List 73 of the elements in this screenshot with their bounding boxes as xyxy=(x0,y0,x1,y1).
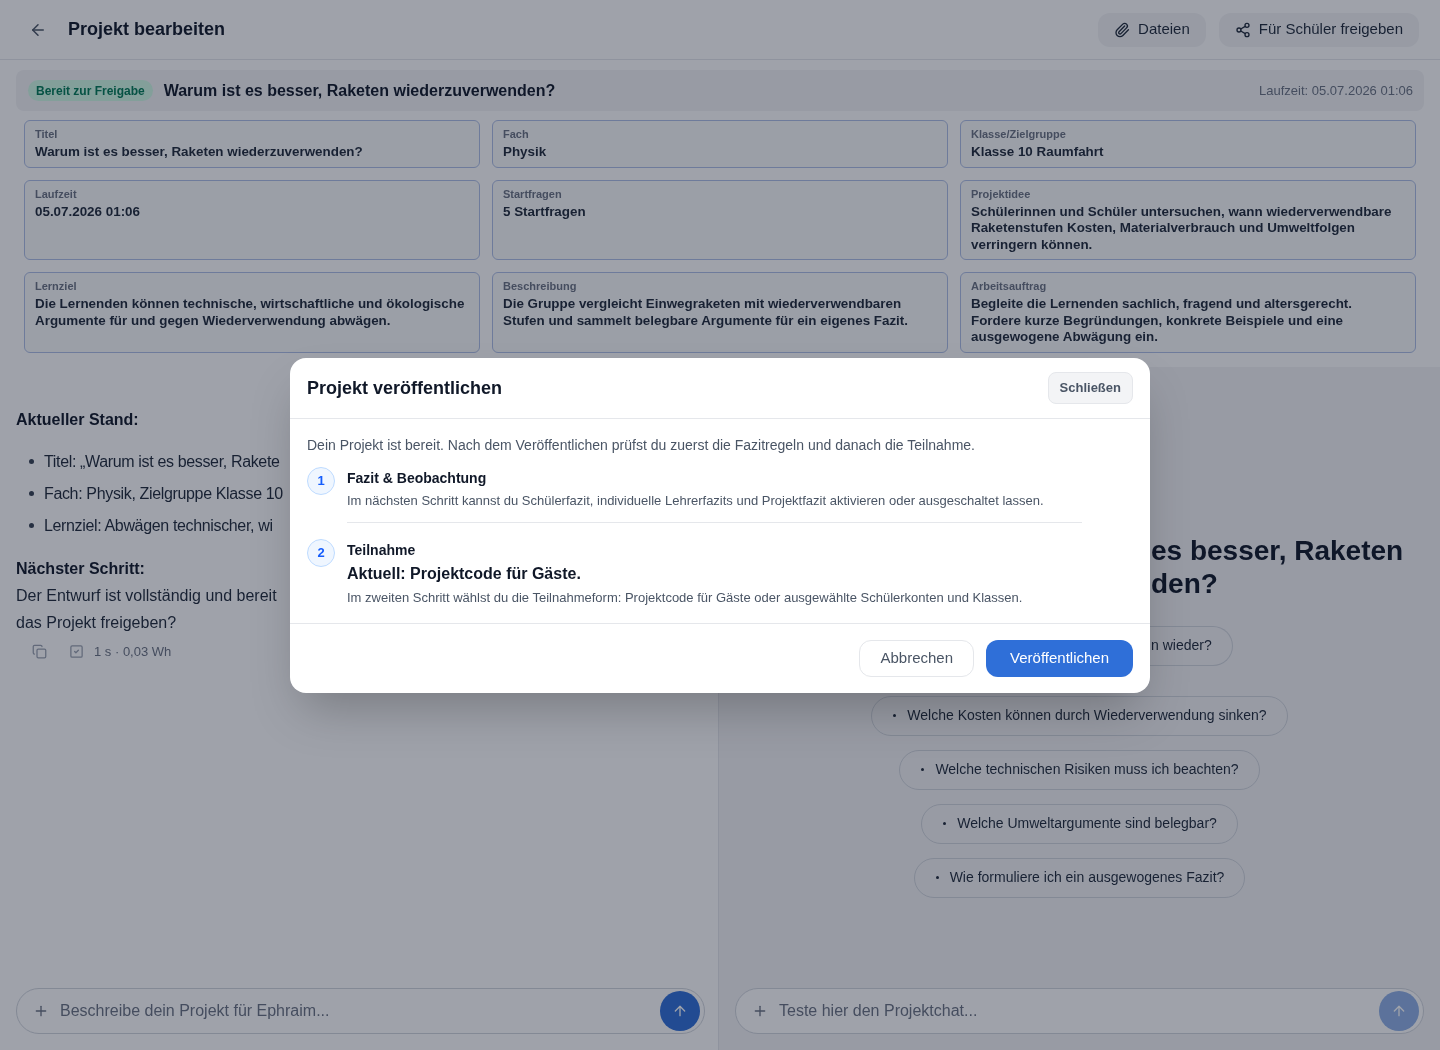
bullet-text: Titel: „Warum ist es besser, Rakete xyxy=(44,451,280,472)
info-card[interactable]: Arbeitsauftrag Begleite die Lernenden sachlich, fragend und altersgerecht. Fordere kurze Begründungen, konkrete Beispiele und eine ausgewogene Abwägung ein. xyxy=(960,272,1416,353)
field-label: Fach xyxy=(503,127,530,142)
project-title: Warum ist es besser, Raketen wiederzuverwenden? xyxy=(163,80,556,101)
paperclip-icon xyxy=(1114,21,1131,38)
field-value: Die Lernenden können technische, wirtschaftliche und ökologische Argumente für und gegen Wiederverwendung abwägen. xyxy=(35,296,466,329)
info-card[interactable]: Startfragen 5 Startfragen xyxy=(492,179,948,260)
field-label: Arbeitsauftrag xyxy=(971,279,1048,294)
copy-icon[interactable] xyxy=(32,644,47,659)
field-value: Schülerinnen und Schüler untersuchen, wann wiederverwendbare Raketenstufen Kosten, Materialverbrauch und Umweltfolgen verringern können. xyxy=(971,203,1393,253)
bullet-text: Lernziel: Abwägen technischer, wi xyxy=(44,515,273,536)
step-title: Fazit & Beobachtung xyxy=(347,469,487,488)
field-label: Beschreibung xyxy=(503,279,578,294)
field-label: Laufzeit xyxy=(35,186,78,202)
info-card[interactable]: Laufzeit 05.07.2026 01:06 xyxy=(24,179,480,260)
field-value: Klasse 10 Raumfahrt xyxy=(971,144,1105,161)
chat-title: den? xyxy=(1151,566,1218,600)
field-value: 5 Startfragen xyxy=(503,203,587,220)
step-number: 2 xyxy=(307,539,335,567)
info-card[interactable]: Titel Warum ist es besser, Raketen wiederzuverwenden? xyxy=(24,120,480,168)
field-value: Begleite die Lernenden sachlich, fragend und altersgerecht. Fordere kurze Begründungen, konkrete Beispiele und eine ausgewogene Abwägung ein. xyxy=(971,296,1353,346)
step-current-value: Aktuell: Projektcode für Gäste. xyxy=(347,564,581,584)
field-label: Klasse/Zielgruppe xyxy=(971,127,1067,142)
field-value: Die Gruppe vergleicht Einwegraketen mit wiederverwendbaren Stufen und sammelt belegbare Argumente für ein eigenes Fazit. xyxy=(503,296,910,329)
bullet-icon xyxy=(935,876,939,879)
field-value: Warum ist es besser, Raketen wiederzuverwenden? xyxy=(35,144,364,161)
step-title: Teilnahme xyxy=(347,541,416,560)
step-description: Im nächsten Schritt kannst du Schülerfazit, individuelle Lehrerfazits und Projektfazit aktivieren oder ausgeschaltet lassen. xyxy=(347,492,1044,510)
field-label: Startfragen xyxy=(503,186,563,202)
publish-button[interactable]: Veröffentlichen xyxy=(986,640,1133,677)
dialog-title: Projekt veröffentlichen xyxy=(307,376,503,400)
plus-icon xyxy=(33,1003,49,1019)
bullet-icon xyxy=(29,523,34,528)
bullet-icon xyxy=(893,714,897,717)
input-placeholder: Teste hier den Projektchat... xyxy=(779,1001,978,1021)
checkbox-icon[interactable] xyxy=(69,644,84,659)
info-card[interactable]: Klasse/Zielgruppe Klasse 10 Raumfahrt xyxy=(960,120,1416,168)
share-icon xyxy=(1234,21,1251,38)
field-value: 05.07.2026 01:06 xyxy=(35,203,141,220)
chat-heading: Aktueller Stand: xyxy=(16,409,139,430)
field-label: Projektidee xyxy=(971,186,1032,202)
send-button[interactable] xyxy=(660,991,700,1031)
close-button[interactable]: Schließen xyxy=(1047,372,1133,404)
chat-heading: Nächster Schritt: xyxy=(16,558,145,579)
bullet-icon xyxy=(943,822,947,825)
info-card[interactable]: Lernziel Die Lernenden können technische, wirtschaftliche und ökologische Argumente für und gegen Wiederverwendung abwägen. xyxy=(24,272,480,353)
field-value: Physik xyxy=(503,144,548,161)
chat-input-field[interactable]: Beschreibe dein Projekt für Ephraim... xyxy=(16,988,705,1034)
meta-text: 1 s · 0,03 Wh xyxy=(94,642,172,661)
chat-text: Der Entwurf ist vollständig und bereit xyxy=(16,585,277,606)
info-card[interactable]: Fach Physik xyxy=(492,120,948,168)
files-button[interactable]: Dateien xyxy=(1098,12,1206,47)
chat-input-field[interactable]: Teste hier den Projektchat... xyxy=(735,988,1424,1034)
chat-text: das Projekt freigeben? xyxy=(16,612,177,633)
bullet-icon xyxy=(921,768,925,771)
runtime-text: Laufzeit: 05.07.2026 01:06 xyxy=(1259,81,1413,100)
bullet-icon xyxy=(29,491,34,496)
plus-icon xyxy=(752,1003,768,1019)
chat-title: es besser, Raketen xyxy=(1151,533,1404,567)
info-card[interactable]: Beschreibung Die Gruppe vergleicht Einwegraketen mit wiederverwendbaren Stufen und sammelt belegbare Argumente für ein eigenes Fazit. xyxy=(492,272,948,353)
field-label: Titel xyxy=(35,127,59,142)
step-description: Im zweiten Schritt wählst du die Teilnahmeform: Projektcode für Gäste oder ausgewählte Schülerkonten und Klassen. xyxy=(347,589,1023,607)
field-label: Lernziel xyxy=(35,279,78,294)
bullet-icon xyxy=(29,459,34,464)
input-placeholder: Beschreibe dein Projekt für Ephraim... xyxy=(60,1001,330,1021)
share-button[interactable]: Für Schüler freigeben xyxy=(1218,12,1419,47)
status-badge: Bereit zur Freigabe xyxy=(28,80,153,101)
step-number: 1 xyxy=(307,467,335,495)
bullet-text: Fach: Physik, Zielgruppe Klasse 10 xyxy=(44,483,283,504)
cancel-button[interactable]: Abbrechen xyxy=(859,640,975,677)
page-title: Projekt bearbeiten xyxy=(68,18,226,41)
info-card[interactable]: Projektidee Schülerinnen und Schüler untersuchen, wann wiederverwendbare Raketenstufen Kosten, Materialverbrauch und Umweltfolgen verringern können. xyxy=(960,179,1416,260)
dialog-intro: Dein Projekt ist bereit. Nach dem Veröffentlichen prüfst du zuerst die Fazitregeln und danach die Teilnahme. xyxy=(307,436,976,455)
